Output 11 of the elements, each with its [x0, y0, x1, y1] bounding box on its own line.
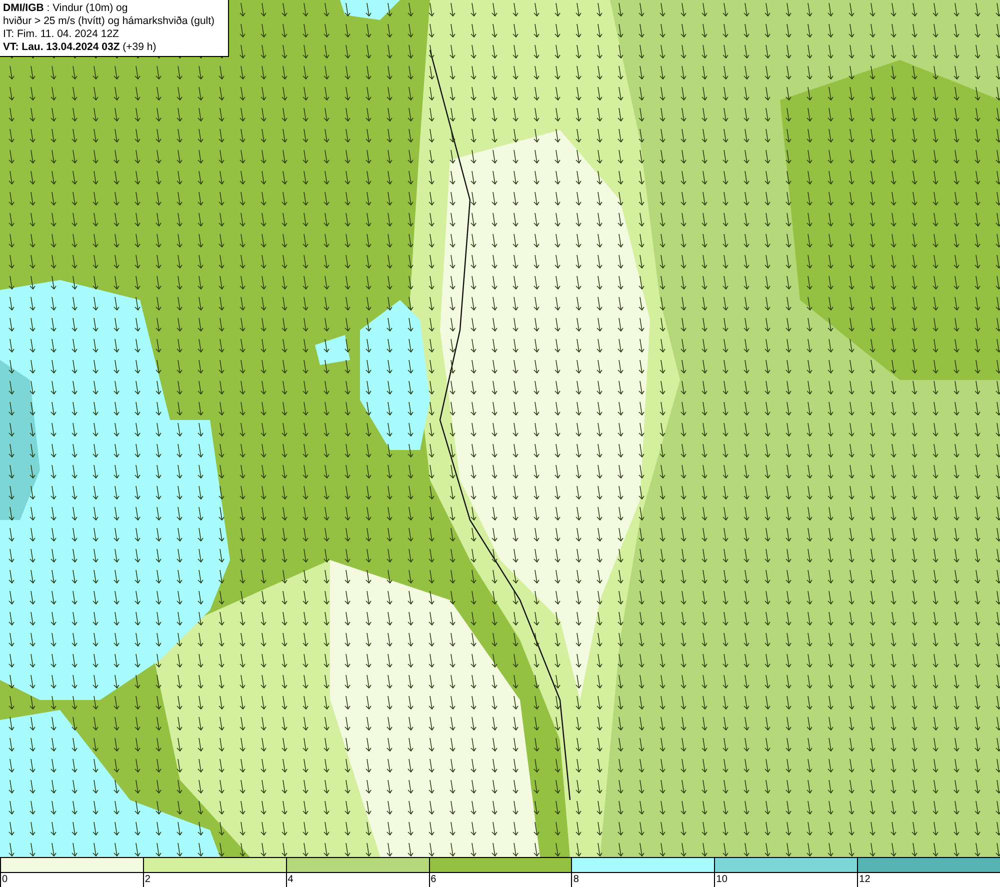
legend-tick-label: 12: [858, 873, 870, 887]
header-text: VT: Lau. 13.04.2024 03Z (+39 h): [3, 41, 158, 54]
legend-tick-label: 2: [144, 873, 150, 887]
legend-tick-label: 4: [286, 873, 294, 887]
legend-tick-label: 6: [430, 873, 436, 887]
legend-tick-label: 0: [1, 873, 8, 887]
legend-tick-label: 8: [572, 873, 579, 887]
header-text: hviður > 25 m/s (hvítt) og hámarkshviða (gult): [3, 15, 216, 28]
header-text: IT: Fim. 11. 04. 2024 12Z: [3, 28, 120, 41]
header-text: DMI/IGB : Vindur (10m) og: [3, 2, 129, 15]
legend-tick-label: 10: [715, 873, 728, 887]
